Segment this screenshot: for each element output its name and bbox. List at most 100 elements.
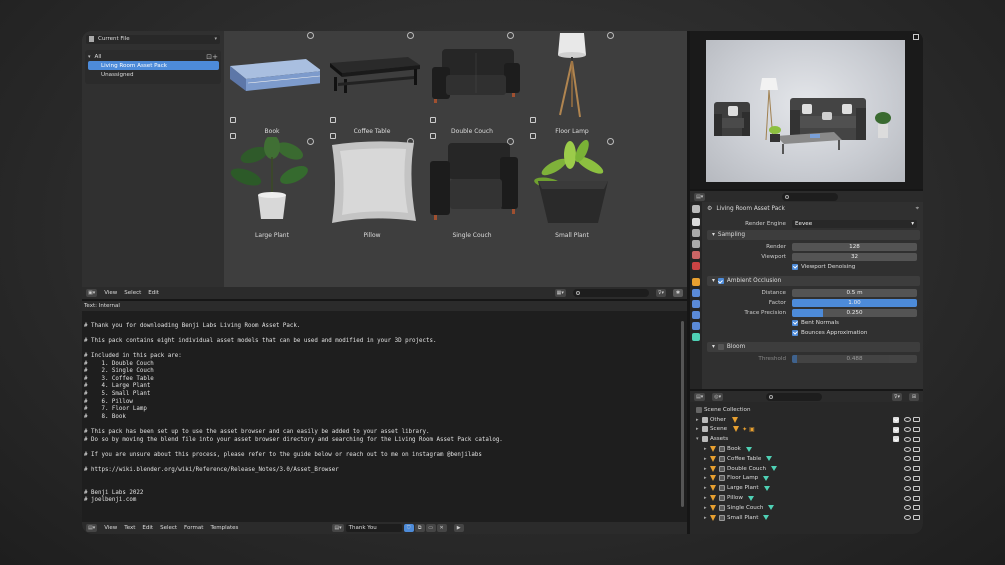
menu-view[interactable]: View: [104, 525, 117, 531]
code-line[interactable]: [84, 474, 674, 482]
eye-icon[interactable]: [904, 515, 911, 521]
outliner-row[interactable]: ▸ Scene ✦ ▣: [690, 425, 923, 435]
code-line[interactable]: # Do so by moving the blend file into yo…: [84, 437, 674, 445]
search-input[interactable]: [572, 289, 649, 297]
menu-view[interactable]: View: [104, 290, 117, 296]
code-line[interactable]: # https://wiki.blender.org/wiki/Referenc…: [84, 467, 674, 475]
new-collection-icon[interactable]: ⊞: [909, 392, 919, 401]
eye-icon[interactable]: [904, 485, 911, 491]
camera-icon[interactable]: [913, 436, 920, 442]
scene-tab-icon[interactable]: [692, 251, 700, 259]
text-browse-icon[interactable]: ▤▾: [332, 524, 344, 532]
menu-edit[interactable]: Edit: [142, 525, 153, 531]
physics-tab-icon[interactable]: [692, 311, 700, 319]
eye-icon[interactable]: [904, 466, 911, 472]
code-line[interactable]: # 5. Small Plant: [84, 391, 674, 399]
asset-tile[interactable]: Single Couch: [424, 133, 520, 243]
camera-icon[interactable]: [913, 485, 920, 491]
text-content[interactable]: # Thank you for downloading Benji Labs L…: [84, 315, 674, 511]
code-line[interactable]: # 7. Floor Lamp: [84, 406, 674, 414]
outliner-search[interactable]: [766, 392, 823, 401]
object-tab-icon[interactable]: [692, 278, 700, 286]
menu-format[interactable]: Format: [184, 525, 203, 531]
eye-icon[interactable]: [904, 446, 911, 452]
code-line[interactable]: # Thank you for downloading Benji Labs L…: [84, 323, 674, 331]
camera-icon[interactable]: [913, 426, 920, 432]
code-line[interactable]: # This pack has been set up to use the a…: [84, 429, 674, 437]
code-line[interactable]: # 6. Pillow: [84, 399, 674, 407]
camera-icon[interactable]: [913, 515, 920, 521]
menu-text[interactable]: Text: [124, 525, 135, 531]
eye-icon[interactable]: [904, 426, 911, 432]
editor-type-icon[interactable]: ▤▾: [694, 192, 706, 201]
exclude-checkbox[interactable]: [893, 426, 899, 433]
bloom-panel-header[interactable]: ▾ Bloom: [707, 342, 920, 352]
asset-tile[interactable]: Double Couch: [424, 31, 520, 137]
code-line[interactable]: # Benji Labs 2022: [84, 490, 674, 498]
outliner-row[interactable]: ▸ Large Plant: [690, 483, 923, 493]
code-line[interactable]: [84, 330, 674, 338]
modifier-tab-icon[interactable]: [692, 289, 700, 297]
code-line[interactable]: [84, 459, 674, 467]
expand-arrow-icon[interactable]: ▾: [88, 54, 91, 60]
close-icon[interactable]: ✕: [436, 524, 447, 532]
outliner-row[interactable]: ▸ Double Couch: [690, 464, 923, 474]
world-tab-icon[interactable]: [692, 262, 700, 270]
render-engine-dropdown[interactable]: Eevee ▾: [792, 219, 917, 228]
code-line[interactable]: # 3. Coffee Table: [84, 376, 674, 384]
eye-icon[interactable]: [904, 475, 911, 481]
eye-icon[interactable]: [904, 436, 911, 442]
text-name-field[interactable]: Thank You: [345, 524, 402, 532]
ao-checkbox[interactable]: [717, 278, 724, 284]
catalog-item-unassigned[interactable]: Unassigned: [85, 70, 221, 80]
library-dropdown[interactable]: Current File ▾: [86, 34, 220, 44]
camera-icon[interactable]: [913, 505, 920, 511]
new-text-icon[interactable]: ▭: [425, 524, 436, 532]
asset-tile[interactable]: Coffee Table: [324, 31, 420, 137]
menu-select[interactable]: Select: [160, 525, 177, 531]
code-line[interactable]: [84, 345, 674, 353]
camera-icon[interactable]: [913, 466, 920, 472]
bloom-threshold-field[interactable]: 0.488: [792, 354, 917, 363]
eye-icon[interactable]: [904, 495, 911, 501]
filter-icon[interactable]: ⊽▾: [655, 289, 666, 297]
exclude-checkbox[interactable]: [893, 416, 899, 423]
outliner-row[interactable]: ▸ Other: [690, 415, 923, 425]
menu-edit[interactable]: Edit: [148, 290, 159, 296]
ao-panel-header[interactable]: ▾ Ambient Occlusion: [707, 276, 920, 286]
editor-type-icon[interactable]: ▤▾: [86, 524, 98, 532]
catalog-all[interactable]: All: [95, 54, 102, 60]
ao-distance-field[interactable]: 0.5 m: [792, 288, 917, 297]
code-line[interactable]: # 4. Large Plant: [84, 383, 674, 391]
editor-type-icon[interactable]: ▤▾: [694, 392, 706, 401]
outliner-row[interactable]: ▸ Coffee Table: [690, 454, 923, 464]
eye-icon[interactable]: [904, 456, 911, 462]
tool-tab-icon[interactable]: [692, 205, 700, 213]
code-line[interactable]: # If you are unsure about this process, …: [84, 452, 674, 460]
new-catalog-icon[interactable]: ⊡+: [206, 53, 218, 61]
camera-icon[interactable]: [913, 495, 920, 501]
catalog-item-living-room[interactable]: Living Room Asset Pack: [88, 61, 219, 70]
render-samples-field[interactable]: 128: [792, 242, 917, 251]
code-line[interactable]: # This pack contains eight individual as…: [84, 338, 674, 346]
constraints-tab-icon[interactable]: [692, 322, 700, 330]
code-line[interactable]: # Included in this pack are:: [84, 353, 674, 361]
eye-icon[interactable]: [904, 505, 911, 511]
ao-factor-slider[interactable]: 1.00: [792, 298, 917, 307]
sampling-panel-header[interactable]: ▾ Sampling: [707, 230, 920, 240]
exclude-checkbox[interactable]: [893, 436, 899, 443]
gear-icon[interactable]: ✱: [673, 289, 683, 297]
asset-tile[interactable]: Book: [224, 31, 320, 137]
data-tab-icon[interactable]: [692, 333, 700, 341]
ao-precision-slider[interactable]: 0.250: [792, 308, 917, 317]
fake-user-icon[interactable]: ⛉: [403, 524, 414, 532]
render-tab-icon[interactable]: [692, 218, 700, 226]
asset-tile[interactable]: Floor Lamp: [524, 31, 620, 137]
camera-viewport[interactable]: ‹›: [690, 31, 923, 189]
eye-icon[interactable]: [904, 417, 911, 423]
code-line[interactable]: [84, 315, 674, 323]
display-mode-icon[interactable]: ◎▾: [712, 392, 724, 401]
code-line[interactable]: # 1. Double Couch: [84, 361, 674, 369]
asset-tile[interactable]: Pillow: [324, 133, 420, 243]
editor-type-icon[interactable]: ▣▾: [86, 289, 98, 297]
